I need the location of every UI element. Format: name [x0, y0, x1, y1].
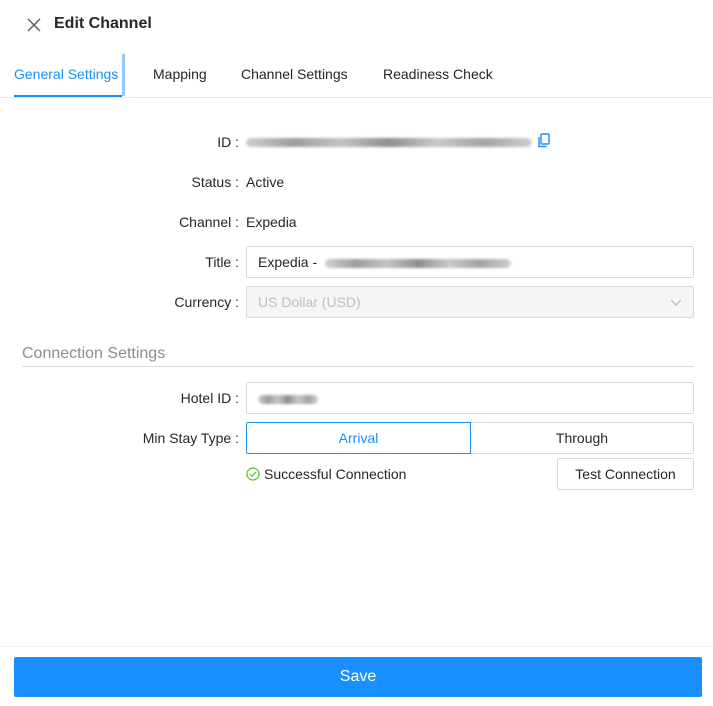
- tab-bar: General Settings Mapping Channel Setting…: [0, 52, 713, 98]
- status-label: Status :: [191, 174, 239, 190]
- currency-value: US Dollar (USD): [258, 294, 361, 310]
- connection-status-text: Successful Connection: [264, 466, 407, 482]
- title-input-value: Expedia -: [258, 254, 318, 270]
- min-stay-through-option[interactable]: Through: [470, 422, 694, 454]
- tab-mapping[interactable]: Mapping: [153, 66, 207, 82]
- currency-label: Currency :: [174, 294, 239, 310]
- close-icon[interactable]: [26, 17, 42, 33]
- min-stay-type-radio-group: Arrival Through: [246, 422, 694, 454]
- channel-label: Channel :: [179, 214, 239, 230]
- min-stay-arrival-option[interactable]: Arrival: [246, 422, 471, 454]
- save-button[interactable]: Save: [14, 657, 702, 697]
- id-label: ID :: [217, 134, 239, 150]
- chevron-down-icon: [670, 299, 682, 306]
- tab-general-settings[interactable]: General Settings: [14, 66, 118, 82]
- status-value: Active: [246, 174, 285, 190]
- title-input[interactable]: Expedia -: [246, 246, 694, 278]
- tab-active-indicator: [14, 95, 122, 97]
- connection-status: Successful Connection: [246, 466, 406, 482]
- currency-select[interactable]: US Dollar (USD): [246, 286, 694, 318]
- section-divider: [22, 366, 694, 367]
- tab-channel-settings[interactable]: Channel Settings: [241, 66, 348, 82]
- channel-value: Expedia: [246, 214, 297, 230]
- modal-title: Edit Channel: [54, 15, 152, 32]
- min-stay-type-label: Min Stay Type :: [142, 430, 239, 446]
- tab-scroll-indicator: [122, 54, 125, 96]
- title-redacted: [325, 258, 512, 268]
- hotel-id-redacted: [258, 394, 318, 404]
- footer-divider: [0, 646, 713, 647]
- check-circle-icon: [246, 467, 260, 481]
- copy-icon[interactable]: [537, 133, 551, 148]
- title-label: Title :: [205, 254, 239, 270]
- test-connection-button[interactable]: Test Connection: [557, 458, 694, 490]
- tab-readiness-check[interactable]: Readiness Check: [383, 66, 493, 82]
- modal-header: Edit Channel: [0, 0, 713, 50]
- hotel-id-label: Hotel ID :: [180, 390, 239, 406]
- connection-settings-title: Connection Settings: [22, 345, 166, 362]
- hotel-id-input[interactable]: [246, 382, 694, 414]
- id-value-redacted: [246, 138, 532, 147]
